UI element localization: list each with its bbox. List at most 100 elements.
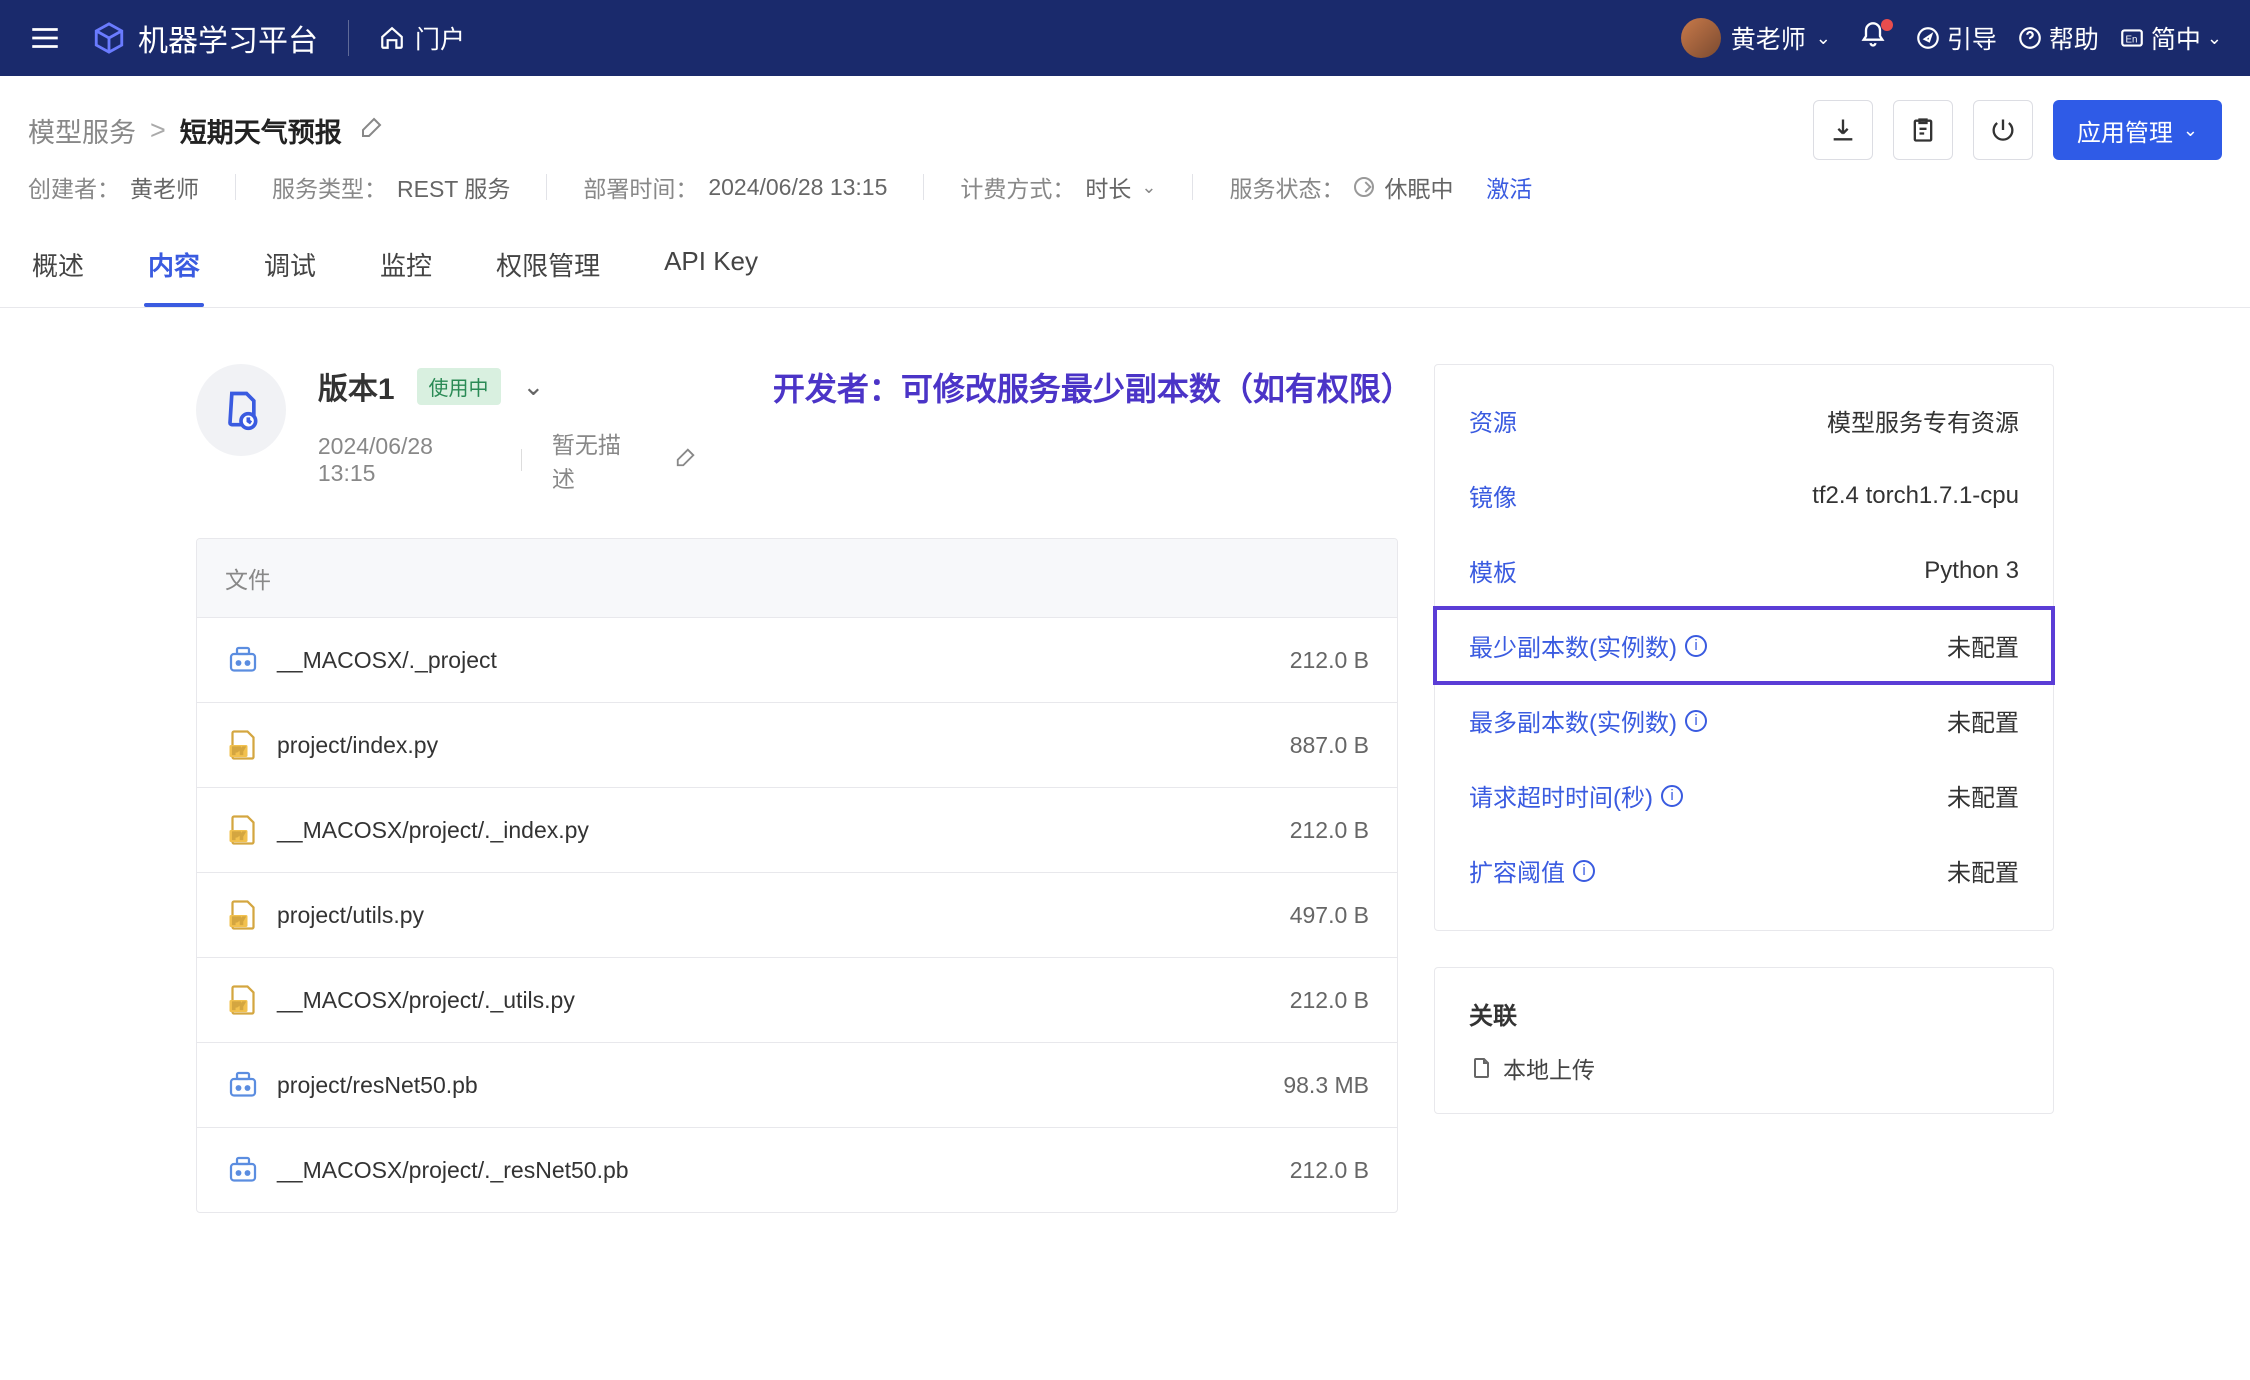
version-time: 2024/06/28 13:15 [318,433,491,487]
notification-dot [1881,19,1893,31]
tab-permission[interactable]: 权限管理 [492,226,604,307]
file-size: 212.0 B [1290,1157,1369,1184]
python-file-icon: PY [225,812,261,848]
info-icon[interactable]: i [1573,860,1595,882]
chevron-down-icon: ⌄ [2183,120,2198,141]
file-name: project/utils.py [277,902,424,929]
binary-file-icon [225,1067,261,1103]
edit-title-button[interactable] [356,115,388,146]
version-badge [196,364,286,456]
file-name: project/resNet50.pb [277,1072,478,1099]
guide-link[interactable]: 引导 [1915,20,1997,56]
meta-billing[interactable]: 计费方式：时长⌄ [960,170,1156,204]
file-size: 98.3 MB [1283,1072,1369,1099]
file-table-header: 文件 [197,539,1397,618]
file-size: 212.0 B [1290,817,1369,844]
file-row[interactable]: PY project/index.py 887.0 B [197,703,1397,788]
file-row[interactable]: PYproject/utils.py497.0 B [197,873,1397,958]
tab-overview[interactable]: 概述 [28,226,88,307]
file-row[interactable]: PY__MACOSX/project/._utils.py212.0 B [197,958,1397,1043]
info-icon[interactable]: i [1661,785,1683,807]
tab-content[interactable]: 内容 [144,226,204,307]
binary-file-icon [225,642,261,678]
help-label: 帮助 [2049,20,2099,56]
chevron-down-icon: ⌄ [2207,28,2222,49]
file-size: 212.0 B [1290,647,1369,674]
app-title: 机器学习平台 [138,16,318,60]
app-manage-label: 应用管理 [2077,113,2173,148]
prop-template: 模板Python 3 [1469,533,2019,608]
prop-max-replicas[interactable]: 最多副本数(实例数) i未配置 [1469,683,2019,758]
related-item[interactable]: 本地上传 [1469,1045,2019,1091]
svg-text:PY: PY [233,916,245,926]
cube-icon [92,21,126,55]
version-dropdown[interactable]: ⌄ [523,371,545,402]
svg-text:PY: PY [233,831,245,841]
guide-label: 引导 [1947,20,1997,56]
log-button[interactable] [1893,100,1953,160]
power-button[interactable] [1973,100,2033,160]
svg-text:PY: PY [233,1001,245,1011]
lang-switch[interactable]: En 简中 ⌄ [2119,20,2222,56]
pencil-icon [360,115,384,139]
python-file-icon: PY [225,727,261,763]
activate-link[interactable]: 激活 [1486,170,1532,204]
version-desc: 暂无描述 [552,426,641,494]
download-icon [1829,116,1857,144]
status-dot-icon [1354,177,1374,197]
svg-text:PY: PY [233,746,245,756]
file-clock-icon [219,388,263,432]
chevron-down-icon: ⌄ [1816,28,1831,49]
lang-label: 简中 [2151,20,2201,56]
tab-debug[interactable]: 调试 [260,226,320,307]
python-file-icon: PY [225,897,261,933]
help-link[interactable]: 帮助 [2017,20,2099,56]
breadcrumb-sep: > [150,115,166,146]
pencil-icon [675,446,697,468]
prop-scale[interactable]: 扩容阈值 i未配置 [1469,833,2019,908]
file-row[interactable]: __MACOSX/._project212.0 B [197,618,1397,703]
portal-label: 门户 [415,20,465,56]
app-logo[interactable]: 机器学习平台 [92,16,318,60]
breadcrumb: 模型服务 > 短期天气预报 [28,111,388,150]
meta-status: 服务状态：休眠中 激活 [1229,170,1532,204]
prop-timeout[interactable]: 请求超时时间(秒) i未配置 [1469,758,2019,833]
info-icon[interactable]: i [1685,710,1707,732]
breadcrumb-parent[interactable]: 模型服务 [28,111,136,150]
user-menu[interactable]: 黄老师 ⌄ [1681,18,1831,58]
file-size: 887.0 B [1290,732,1369,759]
file-row[interactable]: PY __MACOSX/project/._index.py 212.0 B [197,788,1397,873]
lang-icon: En [2119,25,2145,51]
props-card: 资源模型服务专有资源 镜像tf2.4 torch1.7.1-cpu 模板Pyth… [1434,364,2054,931]
binary-file-icon [225,1152,261,1188]
related-item-label: 本地上传 [1503,1051,1595,1085]
file-row[interactable]: project/resNet50.pb 98.3 MB [197,1043,1397,1128]
tab-apikey[interactable]: API Key [660,226,762,307]
prop-resource: 资源模型服务专有资源 [1469,383,2019,458]
clipboard-icon [1909,116,1937,144]
download-button[interactable] [1813,100,1873,160]
meta-type: 服务类型：REST 服务 [272,170,510,204]
file-name: __MACOSX/project/._index.py [277,817,589,844]
info-icon[interactable]: i [1685,635,1707,657]
tab-monitor[interactable]: 监控 [376,226,436,307]
breadcrumb-current: 短期天气预报 [180,111,342,150]
help-icon [2017,25,2043,51]
app-manage-button[interactable]: 应用管理 ⌄ [2053,100,2222,160]
portal-link[interactable]: 门户 [379,20,465,56]
svg-text:En: En [2125,34,2137,45]
notifications-button[interactable] [1851,21,1895,55]
compass-icon [1915,25,1941,51]
file-name: project/index.py [277,732,438,759]
file-row[interactable]: __MACOSX/project/._resNet50.pb212.0 B [197,1128,1397,1212]
python-file-icon: PY [225,982,261,1018]
prop-min-replicas[interactable]: 最少副本数(实例数) i未配置 [1435,608,2053,683]
avatar [1681,18,1721,58]
version-title: 版本1 [318,364,395,408]
edit-desc-button[interactable] [671,446,701,474]
file-name: __MACOSX/project/._utils.py [277,987,575,1014]
file-icon [1469,1056,1493,1080]
power-icon [1989,116,2017,144]
hamburger-icon [28,21,62,55]
menu-button[interactable] [28,21,62,55]
